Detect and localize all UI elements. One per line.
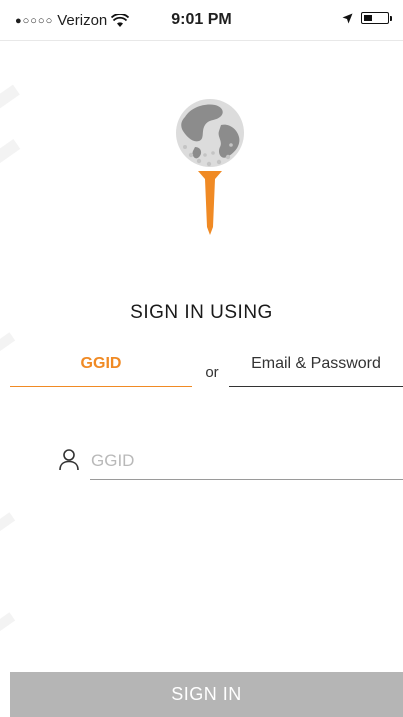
background-stripe xyxy=(0,512,16,538)
tab-separator-or: or xyxy=(205,364,219,381)
globe-golf-ball-on-tee-icon xyxy=(176,99,244,235)
background-stripe xyxy=(0,612,16,638)
background-stripe xyxy=(0,84,20,118)
status-right xyxy=(342,12,392,24)
battery-level xyxy=(364,15,372,21)
ggid-input[interactable] xyxy=(90,442,403,480)
status-bar: ●○○○○ Verizon 9:01 PM xyxy=(0,0,403,41)
sign-in-button[interactable]: SIGN IN xyxy=(10,672,403,717)
tab-email-password[interactable]: Email & Password xyxy=(229,345,403,387)
user-icon xyxy=(59,449,79,471)
background-stripe xyxy=(0,139,21,169)
location-arrow-icon xyxy=(342,13,353,23)
battery-icon xyxy=(361,12,392,24)
tab-ggid[interactable]: GGID xyxy=(10,345,192,387)
sign-in-heading: SIGN IN USING xyxy=(130,302,273,323)
